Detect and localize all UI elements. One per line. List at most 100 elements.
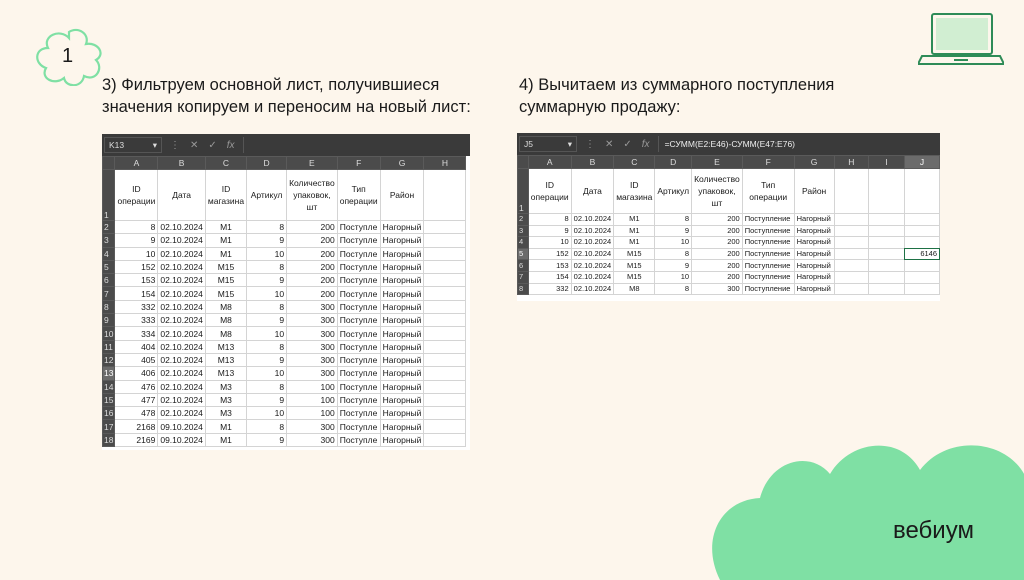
row-header[interactable]: 8 [517, 282, 529, 296]
header-cell[interactable] [833, 168, 869, 214]
data-cell[interactable]: 09.10.2024 [157, 432, 206, 448]
name-box[interactable]: K13 ▾ [104, 137, 162, 153]
data-cell[interactable]: Нагорный [379, 273, 425, 288]
data-cell[interactable]: 02.10.2024 [570, 236, 615, 249]
data-cell[interactable]: 200 [286, 219, 338, 235]
column-header[interactable]: E [286, 156, 338, 170]
data-cell[interactable]: 300 [286, 419, 338, 434]
row-header[interactable]: 12 [102, 352, 116, 368]
data-cell[interactable]: M8 [613, 282, 656, 296]
data-cell[interactable]: 02.10.2024 [157, 313, 206, 328]
data-cell[interactable]: 332 [527, 282, 572, 296]
data-cell[interactable]: M3 [204, 392, 248, 408]
data-cell[interactable] [903, 213, 940, 226]
data-cell[interactable]: Поступле [336, 259, 381, 275]
column-header[interactable]: G [379, 156, 425, 170]
data-cell[interactable]: 2169 [114, 432, 159, 448]
data-cell[interactable]: 02.10.2024 [157, 352, 206, 368]
row-header[interactable]: 18 [102, 432, 116, 448]
data-cell[interactable]: 9 [654, 259, 693, 272]
data-cell[interactable]: 200 [286, 246, 338, 261]
data-cell[interactable]: Поступле [336, 286, 381, 301]
data-cell[interactable]: 02.10.2024 [157, 259, 206, 275]
select-all-corner[interactable] [102, 156, 116, 170]
data-cell[interactable]: Поступление [741, 224, 795, 238]
column-header[interactable]: C [204, 156, 248, 170]
data-cell[interactable] [423, 339, 467, 354]
row-header[interactable]: 2 [517, 213, 529, 226]
data-cell[interactable]: 8 [246, 299, 288, 315]
row-header[interactable]: 1 [102, 169, 116, 221]
data-cell[interactable]: 02.10.2024 [157, 366, 206, 381]
data-cell[interactable]: 8 [246, 419, 288, 434]
data-cell[interactable]: Поступление [741, 270, 795, 284]
column-header[interactable]: E [691, 155, 743, 169]
row-header[interactable]: 17 [102, 419, 116, 434]
data-cell[interactable]: Поступле [336, 392, 381, 408]
header-cell[interactable] [423, 169, 467, 221]
data-cell[interactable]: Поступле [336, 339, 381, 354]
data-cell[interactable]: Поступле [336, 246, 381, 261]
column-header[interactable]: D [246, 156, 288, 170]
row-header[interactable]: 3 [102, 233, 116, 248]
data-cell[interactable]: 200 [691, 236, 743, 249]
data-cell[interactable]: 10 [246, 406, 288, 421]
row-header[interactable]: 8 [102, 299, 116, 315]
column-header[interactable]: J [903, 155, 940, 169]
column-header[interactable]: B [570, 155, 615, 169]
data-cell[interactable]: M1 [204, 419, 248, 434]
row-header[interactable]: 14 [102, 379, 116, 394]
header-cell[interactable]: Дата [570, 168, 615, 214]
column-header[interactable]: B [157, 156, 206, 170]
header-cell[interactable]: Тип операции [741, 168, 795, 214]
data-cell[interactable]: 02.10.2024 [157, 233, 206, 248]
data-cell[interactable]: 9 [246, 233, 288, 248]
data-cell[interactable]: 8 [246, 259, 288, 275]
data-cell[interactable] [903, 224, 940, 238]
data-cell[interactable]: 300 [286, 313, 338, 328]
data-cell[interactable]: Нагорный [379, 246, 425, 261]
confirm-icon[interactable]: ✓ [623, 139, 631, 150]
data-cell[interactable]: M1 [613, 224, 656, 238]
column-header[interactable]: C [613, 155, 656, 169]
data-cell[interactable]: Поступле [336, 432, 381, 448]
data-cell[interactable]: Поступле [336, 326, 381, 341]
data-cell[interactable]: 02.10.2024 [157, 406, 206, 421]
data-cell[interactable] [867, 224, 905, 238]
header-cell[interactable]: Тип операции [336, 169, 381, 221]
data-cell[interactable]: 333 [114, 313, 159, 328]
column-header[interactable]: D [654, 155, 693, 169]
data-cell[interactable]: 200 [286, 233, 338, 248]
data-cell[interactable] [833, 282, 869, 296]
data-cell[interactable]: 200 [691, 270, 743, 284]
data-cell[interactable]: Нагорный [793, 259, 835, 272]
header-cell[interactable]: Район [793, 168, 835, 214]
data-cell[interactable]: 9 [246, 352, 288, 368]
data-cell[interactable]: 154 [527, 270, 572, 284]
data-cell[interactable]: 200 [286, 286, 338, 301]
cancel-icon[interactable]: ✕ [190, 140, 198, 151]
data-cell[interactable] [833, 270, 869, 284]
data-cell[interactable]: M15 [613, 270, 656, 284]
data-cell[interactable]: 02.10.2024 [570, 259, 615, 272]
header-cell[interactable]: Артикул [654, 168, 693, 214]
data-cell[interactable]: Поступление [741, 259, 795, 272]
data-cell[interactable] [423, 219, 467, 235]
data-cell[interactable]: 100 [286, 406, 338, 421]
data-cell[interactable]: M8 [204, 299, 248, 315]
data-cell[interactable] [423, 313, 467, 328]
row-header[interactable]: 6 [517, 259, 529, 272]
data-cell[interactable] [833, 247, 869, 261]
data-cell[interactable] [423, 326, 467, 341]
data-cell[interactable] [833, 224, 869, 238]
data-cell[interactable]: M15 [204, 259, 248, 275]
row-header[interactable]: 16 [102, 406, 116, 421]
data-cell[interactable]: 9 [246, 392, 288, 408]
data-cell[interactable]: Поступле [336, 379, 381, 394]
data-cell[interactable]: 02.10.2024 [157, 326, 206, 341]
header-cell[interactable]: Количество упаковок, шт [691, 168, 743, 214]
data-cell[interactable]: Поступление [741, 213, 795, 226]
data-cell[interactable]: 153 [527, 259, 572, 272]
data-cell[interactable]: 332 [114, 299, 159, 315]
data-cell[interactable]: 02.10.2024 [157, 339, 206, 354]
